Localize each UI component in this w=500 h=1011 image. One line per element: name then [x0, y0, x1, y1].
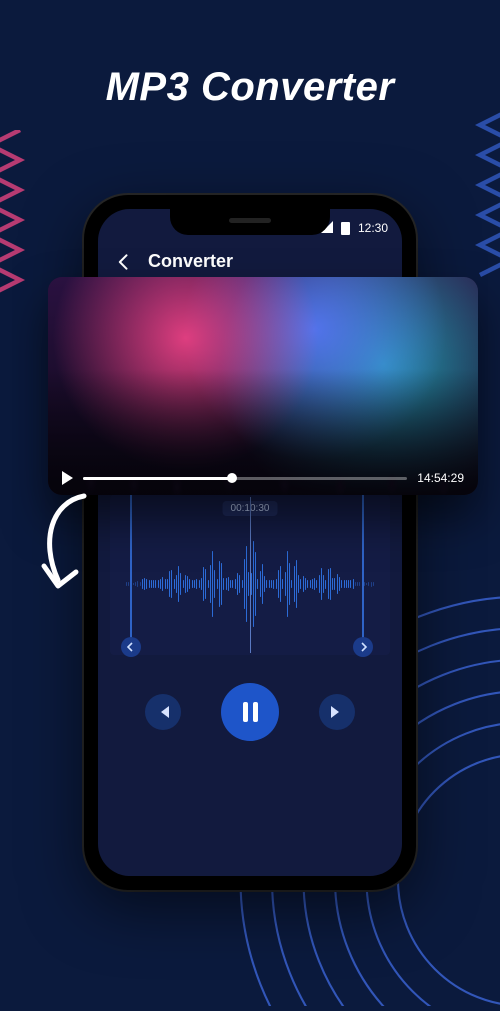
- header-title: Converter: [148, 251, 233, 272]
- video-seekbar[interactable]: [83, 477, 407, 480]
- video-progress: [83, 477, 232, 480]
- player-controls: [104, 659, 396, 749]
- video-preview-card: 14:54:29: [48, 277, 478, 495]
- app-header: Converter: [98, 237, 402, 280]
- phone-notch: [170, 209, 330, 235]
- play-pause-button[interactable]: [221, 683, 279, 741]
- play-icon[interactable]: [62, 471, 73, 485]
- bg-zigzag-right: [450, 110, 500, 290]
- previous-button[interactable]: [145, 694, 181, 730]
- page-title: MP3 Converter: [0, 65, 500, 110]
- waveform[interactable]: 00:10:30: [110, 495, 390, 655]
- chevron-left-icon[interactable]: [121, 637, 141, 657]
- pause-icon: [243, 702, 258, 722]
- next-button[interactable]: [319, 694, 355, 730]
- trim-handle-right[interactable]: [362, 495, 364, 655]
- video-duration: 14:54:29: [417, 471, 464, 485]
- chevron-right-icon[interactable]: [353, 637, 373, 657]
- seek-thumb[interactable]: [227, 473, 237, 483]
- battery-icon: [341, 222, 350, 235]
- back-arrow-icon[interactable]: [114, 252, 134, 272]
- trim-handle-left[interactable]: [130, 495, 132, 655]
- status-time: 12:30: [358, 221, 388, 235]
- audio-editor: 00:00 00:10 00:20 00:30 00:10:30: [98, 460, 402, 749]
- waveform-bars: [126, 525, 374, 643]
- bg-zigzag-left: [0, 130, 50, 310]
- video-controls: 14:54:29: [62, 471, 464, 485]
- arrow-annotation-icon: [34, 490, 104, 600]
